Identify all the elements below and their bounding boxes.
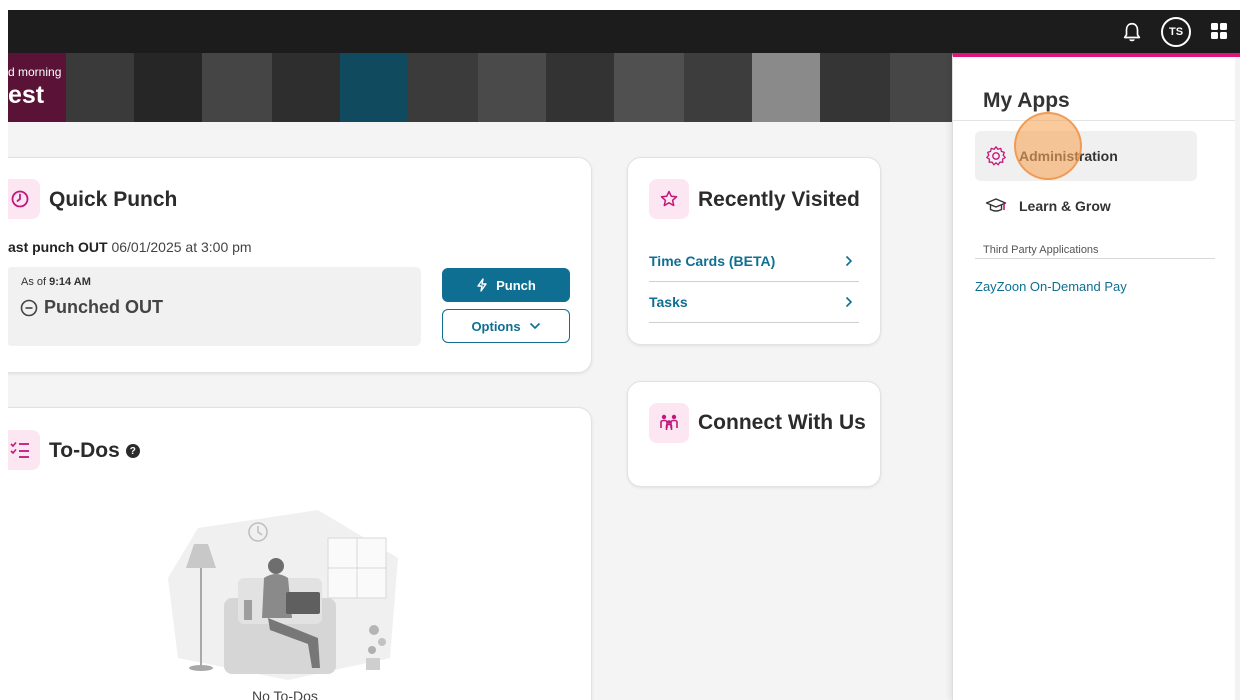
recent-link-label: Tasks [649,294,688,310]
banner-photo [408,53,478,122]
drawer-divider [953,120,1240,121]
chevron-down-icon [529,322,540,330]
last-punch-label: ast punch OUT [8,239,108,255]
third-party-label: Third Party Applications [983,244,1099,256]
recently-visited-title: Recently Visited [698,188,860,211]
app-window: TS d morning est Quick Punch ast punch O… [8,10,1240,700]
chevron-right-icon [845,296,853,308]
bell-icon[interactable] [1121,20,1143,44]
drawer-scrollbar[interactable] [1235,57,1240,700]
click-indicator [1014,112,1082,180]
recent-link-label: Time Cards (BETA) [649,253,776,269]
greeting-text: d morning [8,65,62,79]
recent-link-tasks[interactable]: Tasks [649,282,859,323]
last-punch-info: ast punch OUT 06/01/2025 at 3:00 pm [8,239,252,255]
options-button-label: Options [471,318,521,334]
lightning-icon [477,278,487,292]
banner-photo [684,53,752,122]
as-of-line: As of 9:14 AM [21,276,91,288]
chevron-right-icon [845,255,853,267]
people-icon [649,403,689,443]
punch-status: Punched OUT [20,297,163,318]
star-icon [649,179,689,219]
banner-photo [614,53,684,122]
punch-status-text: Punched OUT [44,297,164,317]
banner-photo [340,53,408,122]
banner-photo [478,53,546,122]
user-avatar[interactable]: TS [1161,17,1191,47]
punch-button[interactable]: Punch [442,268,570,302]
banner-photo [134,53,202,122]
banner-photo [546,53,614,122]
clock-icon [8,179,40,219]
minus-circle-icon [20,299,38,316]
third-party-divider [975,258,1215,259]
third-party-link-zayzoon[interactable]: ZayZoon On-Demand Pay [975,279,1127,294]
todos-title-text: To-Dos [49,439,120,462]
welcome-banner: d morning est [8,53,953,122]
banner-photo [820,53,890,122]
banner-photo [66,53,134,122]
todos-title: To-Dos? [49,439,140,463]
app-item-label: Learn & Grow [1019,198,1111,214]
greeting-name: est [8,81,45,109]
my-apps-drawer: My Apps Administration Learn & Grow Thir… [952,53,1240,700]
options-button[interactable]: Options [442,309,570,343]
app-item-learn-grow[interactable]: Learn & Grow [975,181,1197,231]
last-punch-value: 06/01/2025 at 3:00 pm [111,239,252,255]
as-of-time: 9:14 AM [49,276,91,288]
app-item-administration[interactable]: Administration [975,131,1197,181]
as-of-label: As of [21,276,47,288]
recent-link-time-cards[interactable]: Time Cards (BETA) [649,241,859,282]
banner-photo [272,53,340,122]
top-bar: TS [8,10,1240,53]
drawer-title: My Apps [983,89,1070,112]
graduation-cap-icon [985,198,1007,212]
quick-punch-title: Quick Punch [49,188,178,211]
checklist-icon [8,430,40,470]
apps-grid-icon[interactable] [1209,21,1229,41]
gear-icon [986,146,1006,166]
banner-photo [752,53,820,122]
banner-photo [202,53,272,122]
banner-photo [890,53,953,122]
help-icon[interactable]: ? [125,444,140,459]
punch-button-label: Punch [496,277,536,293]
empty-todos-illustration [168,510,398,680]
empty-todos-text: No To-Dos [252,688,318,700]
connect-title: Connect With Us [698,411,866,434]
